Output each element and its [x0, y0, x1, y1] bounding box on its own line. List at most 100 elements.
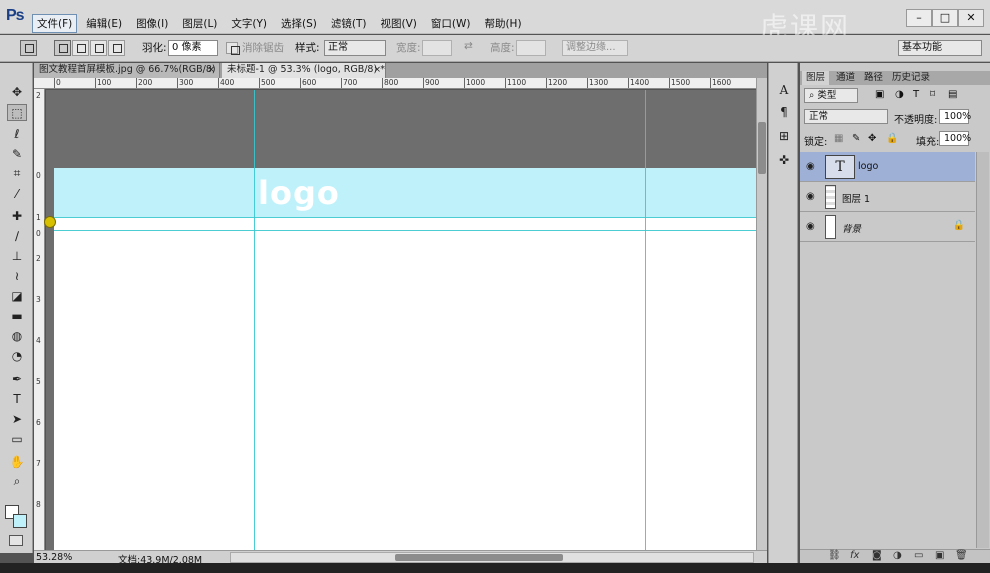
swap-icon[interactable]: ⇄	[464, 40, 473, 52]
link-icon[interactable]: ⛓	[828, 550, 841, 561]
tab-template-jpg[interactable]: 图文教程首屏模板.jpg @ 66.7%(RGB/8) ×	[34, 63, 220, 78]
vertical-ruler[interactable]: 2 0 1 0 2 3 4 5 6 7 8	[34, 89, 45, 550]
pen-icon[interactable]: ✒	[7, 370, 27, 387]
dodge-icon[interactable]: ◔	[7, 347, 27, 364]
trash-icon[interactable]: 🗑	[955, 550, 968, 561]
lock-transparent-icon[interactable]: ▦	[834, 133, 843, 144]
workspace-select[interactable]: 基本功能	[898, 40, 982, 56]
stamp-icon[interactable]: ⊥	[7, 247, 27, 264]
document-canvas[interactable]	[54, 168, 756, 550]
guide-vertical[interactable]	[645, 90, 646, 550]
visibility-eye-icon[interactable]: ◉	[806, 191, 815, 202]
tab-untitled-1[interactable]: 未标题-1 @ 53.3% (logo, RGB/8) * ×	[222, 63, 386, 78]
close-tab-icon[interactable]: ×	[207, 63, 215, 77]
eraser-icon[interactable]: ◪	[7, 287, 27, 304]
menu-view[interactable]: 视图(V)	[375, 14, 421, 33]
layer-row-background[interactable]: ◉ 背景 🔒	[800, 212, 975, 242]
mask-icon[interactable]: ◙	[872, 550, 882, 561]
layer-name[interactable]: 图层 1	[842, 191, 870, 205]
tool-presets-icon[interactable]: ⊞	[775, 127, 793, 145]
layer-row-logo[interactable]: ◉ T logo	[800, 152, 975, 182]
zoom-level[interactable]: 53.28%	[36, 552, 72, 563]
subtract-selection-icon[interactable]	[90, 40, 107, 56]
close-button[interactable]: ✕	[958, 9, 984, 27]
menu-type[interactable]: 文字(Y)	[226, 14, 272, 33]
new-layer-icon[interactable]: ▣	[935, 550, 944, 561]
marquee-preset-icon[interactable]	[20, 40, 37, 56]
paragraph-panel-icon[interactable]: ¶	[775, 103, 793, 121]
filter-adjust-icon[interactable]: ◑	[895, 89, 904, 100]
horizontal-scrollbar[interactable]	[230, 552, 754, 563]
fill-input[interactable]: 100%	[939, 131, 971, 146]
layer-name[interactable]: 背景	[842, 221, 861, 235]
eyedropper-icon[interactable]: ⁄	[7, 185, 27, 202]
filter-pixel-icon[interactable]: ▣	[875, 89, 884, 100]
rectangle-icon[interactable]: ▭	[7, 430, 27, 447]
vertical-scrollbar[interactable]	[756, 78, 767, 550]
menu-edit[interactable]: 编辑(E)	[81, 14, 127, 33]
tab-history[interactable]: 历史记录	[888, 71, 934, 85]
horizontal-scroll-thumb[interactable]	[395, 554, 563, 561]
fx-icon[interactable]: fx	[850, 550, 859, 561]
style-select[interactable]: 正常	[324, 40, 386, 56]
layer-row-layer1[interactable]: ◉ 图层 1	[800, 182, 975, 212]
opacity-input[interactable]: 100%	[939, 109, 971, 124]
menu-image[interactable]: 图像(I)	[131, 14, 173, 33]
width-input[interactable]	[422, 40, 452, 56]
visibility-eye-icon[interactable]: ◉	[806, 161, 815, 172]
filter-smart-icon[interactable]: ▤	[948, 89, 957, 100]
canvas-area[interactable]: logo	[46, 90, 756, 550]
antialias-checkbox[interactable]	[226, 42, 240, 55]
move-icon[interactable]: ✥	[7, 83, 27, 100]
gradient-icon[interactable]: ▬	[7, 307, 27, 324]
guide-horizontal[interactable]	[54, 217, 756, 218]
menu-filter[interactable]: 滤镜(T)	[326, 14, 372, 33]
crop-icon[interactable]: ⌗	[7, 165, 27, 182]
height-input[interactable]	[516, 40, 546, 56]
lasso-icon[interactable]: ℓ	[7, 125, 27, 142]
tab-channels[interactable]: 通道	[832, 71, 859, 85]
lock-all-icon[interactable]: 🔒	[886, 133, 898, 144]
new-selection-icon[interactable]	[54, 40, 71, 56]
blur-icon[interactable]: ◍	[7, 327, 27, 344]
quick-mask-icon[interactable]	[9, 535, 23, 546]
add-selection-icon[interactable]	[72, 40, 89, 56]
blend-mode-select[interactable]: 正常	[804, 109, 888, 124]
guide-vertical[interactable]	[254, 90, 255, 550]
feather-input[interactable]: 0 像素	[168, 40, 218, 56]
background-color-swatch[interactable]	[13, 514, 27, 528]
type-icon[interactable]: T	[7, 390, 27, 407]
hand-icon[interactable]: ✋	[7, 453, 27, 470]
visibility-eye-icon[interactable]: ◉	[806, 221, 815, 232]
character-panel-icon[interactable]: A	[775, 81, 793, 99]
menu-file[interactable]: 文件(F)	[32, 14, 78, 33]
restore-button[interactable]: □	[932, 9, 958, 27]
healing-icon[interactable]: ✚	[7, 207, 27, 224]
menu-select[interactable]: 选择(S)	[276, 14, 322, 33]
layer-name[interactable]: logo	[858, 161, 878, 172]
horizontal-ruler[interactable]: 0 100 200 300 400 500 600 700 800 900 1000 1100 1200…	[34, 78, 756, 89]
tab-layers[interactable]: 图层	[802, 71, 830, 85]
close-tab-icon[interactable]: ×	[373, 63, 381, 77]
adjustment-icon[interactable]: ◑	[893, 550, 902, 561]
marquee-icon[interactable]: ⬚	[7, 104, 27, 121]
quick-select-icon[interactable]: ✎	[7, 145, 27, 162]
guide-horizontal[interactable]	[54, 230, 756, 231]
adjustments-icon[interactable]: ✜	[775, 151, 793, 169]
lock-pixels-icon[interactable]: ✎	[852, 133, 860, 144]
layers-scrollbar[interactable]	[976, 152, 989, 548]
minimize-button[interactable]: –	[906, 9, 932, 27]
group-icon[interactable]: ▭	[914, 550, 923, 561]
vertical-scroll-thumb[interactable]	[758, 122, 766, 174]
lock-position-icon[interactable]: ✥	[868, 133, 876, 144]
filter-type-icon[interactable]: T	[913, 89, 919, 100]
zoom-icon[interactable]: ⌕	[7, 473, 27, 490]
brush-icon[interactable]: ∕	[7, 227, 27, 244]
tab-paths[interactable]: 路径	[860, 71, 887, 85]
logo-text[interactable]: logo	[258, 174, 340, 212]
intersect-selection-icon[interactable]	[108, 40, 125, 56]
refine-edge-button[interactable]: 调整边缘...	[562, 40, 628, 56]
filter-shape-icon[interactable]: ⌑	[930, 89, 935, 100]
layer-filter-select[interactable]: ⌕ 类型	[804, 88, 858, 103]
menu-window[interactable]: 窗口(W)	[426, 14, 476, 33]
